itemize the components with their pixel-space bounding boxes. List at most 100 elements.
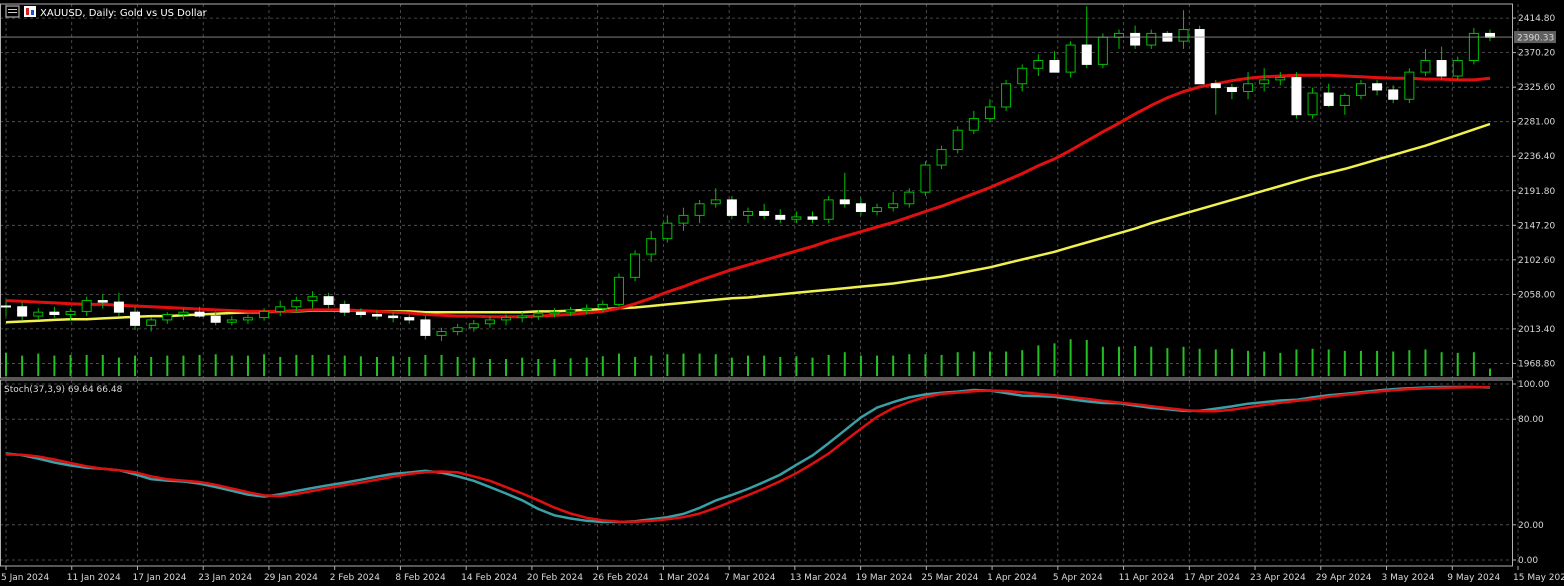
- candle-body: [1452, 60, 1463, 77]
- candle-body: [1339, 94, 1350, 106]
- candle-body: [726, 199, 737, 216]
- candle-body: [791, 216, 802, 220]
- date-tick-label: 3 May 2024: [1382, 573, 1435, 583]
- candle-body: [242, 317, 253, 321]
- price-tick-label: 2370.20: [1518, 49, 1555, 59]
- candle-body: [33, 311, 44, 317]
- candle-body: [388, 315, 399, 319]
- current-price-label: 2390.33: [1517, 34, 1554, 44]
- chart-type-icon-mark: [26, 8, 29, 15]
- candle-body: [1355, 83, 1366, 96]
- candle-body: [823, 199, 834, 220]
- symbol-list-icon[interactable]: [5, 5, 20, 18]
- price-tick-label: 2147.20: [1518, 221, 1555, 231]
- candle-body: [484, 319, 495, 325]
- candle-body: [65, 310, 76, 316]
- date-tick-label: 29 Jan 2024: [264, 573, 318, 583]
- candle-body: [646, 238, 657, 255]
- candle-body: [549, 311, 560, 315]
- candle-body: [1033, 60, 1044, 69]
- candle-body: [533, 313, 544, 317]
- candle-body: [517, 315, 528, 319]
- date-tick-label: 17 Apr 2024: [1184, 573, 1240, 583]
- candle-body: [1226, 87, 1237, 92]
- price-tick-label: 2013.40: [1518, 325, 1555, 335]
- candle-body: [984, 106, 995, 120]
- price-tick-label: 2102.60: [1518, 256, 1555, 266]
- candle-body: [307, 296, 318, 302]
- candle-body: [1291, 77, 1302, 116]
- candle-body: [275, 306, 286, 312]
- stoch-tick-label: 0.00: [1518, 556, 1538, 566]
- date-tick-label: 11 Apr 2024: [1119, 573, 1175, 583]
- date-tick-label: 11 Jan 2024: [67, 573, 121, 583]
- candle-body: [952, 129, 963, 151]
- candle-body: [1194, 29, 1205, 85]
- candle-body: [355, 311, 366, 316]
- candle-body: [1259, 79, 1270, 85]
- stoch-tick-label: 20.00: [1518, 521, 1544, 531]
- candle-body: [710, 199, 721, 205]
- candle-body: [1001, 83, 1012, 108]
- candle-body: [904, 191, 915, 205]
- candle-body: [1210, 83, 1221, 89]
- date-tick-label: 25 Mar 2024: [921, 573, 978, 583]
- candle-body: [1097, 36, 1108, 65]
- chart-title: XAUUSD, Daily: Gold vs US Dollar: [40, 8, 208, 19]
- candle-body: [420, 319, 431, 336]
- candle-body: [565, 309, 576, 313]
- candle-body: [97, 300, 108, 303]
- candle-body: [968, 118, 979, 131]
- candle-body: [936, 149, 947, 166]
- candle-body: [113, 301, 124, 313]
- price-tick-label: 2236.40: [1518, 152, 1555, 162]
- candle-body: [146, 319, 157, 326]
- candle-body: [130, 311, 141, 326]
- date-tick-label: 1 Mar 2024: [658, 573, 710, 583]
- candle-body: [581, 307, 592, 311]
- candle-body: [1323, 92, 1334, 106]
- date-tick-label: 2 Feb 2024: [330, 573, 381, 583]
- candle-body: [81, 300, 92, 312]
- candle-body: [468, 323, 479, 329]
- candle-body: [694, 203, 705, 216]
- date-tick-label: 17 Jan 2024: [132, 573, 186, 583]
- candle-body: [1243, 83, 1254, 92]
- candle-body: [291, 300, 302, 308]
- candle-body: [597, 303, 608, 309]
- candle-body: [1275, 77, 1286, 81]
- candle-body: [1468, 32, 1479, 62]
- date-tick-label: 7 Mar 2024: [724, 573, 776, 583]
- date-tick-label: 9 May 2024: [1447, 573, 1500, 583]
- candle-body: [1372, 83, 1383, 91]
- candle-body: [194, 311, 205, 317]
- chart-type-icon-mark: [31, 10, 34, 15]
- candle-body: [920, 164, 931, 193]
- candle-body: [1404, 71, 1415, 100]
- date-tick-label: 5 Jan 2024: [1, 573, 49, 583]
- candle-body: [855, 203, 866, 213]
- candle-body: [259, 310, 270, 319]
- candle-body: [1, 305, 11, 308]
- candle-body: [1420, 60, 1431, 73]
- candle-body: [178, 311, 189, 316]
- candle-body: [372, 314, 382, 317]
- candle-body: [323, 296, 334, 305]
- candle-body: [888, 203, 899, 209]
- date-tick-label: 15 May 2024: [1513, 573, 1564, 583]
- date-tick-label: 20 Feb 2024: [527, 573, 583, 583]
- candle-body: [1049, 60, 1060, 73]
- candle-body: [226, 319, 237, 323]
- date-tick-label: 5 Apr 2024: [1053, 573, 1103, 583]
- date-tick-label: 23 Apr 2024: [1250, 573, 1306, 583]
- candle-body: [630, 253, 641, 278]
- candle-body: [1436, 60, 1447, 77]
- chart-type-icon[interactable]: [24, 6, 36, 17]
- stoch-tick-label: 100.00: [1518, 380, 1550, 390]
- candle-body: [807, 216, 818, 220]
- price-tick-label: 2281.00: [1518, 118, 1555, 128]
- candle-body: [1146, 32, 1157, 46]
- candle-body: [1178, 29, 1189, 42]
- date-tick-label: 19 Mar 2024: [856, 573, 913, 583]
- candle-body: [872, 207, 883, 213]
